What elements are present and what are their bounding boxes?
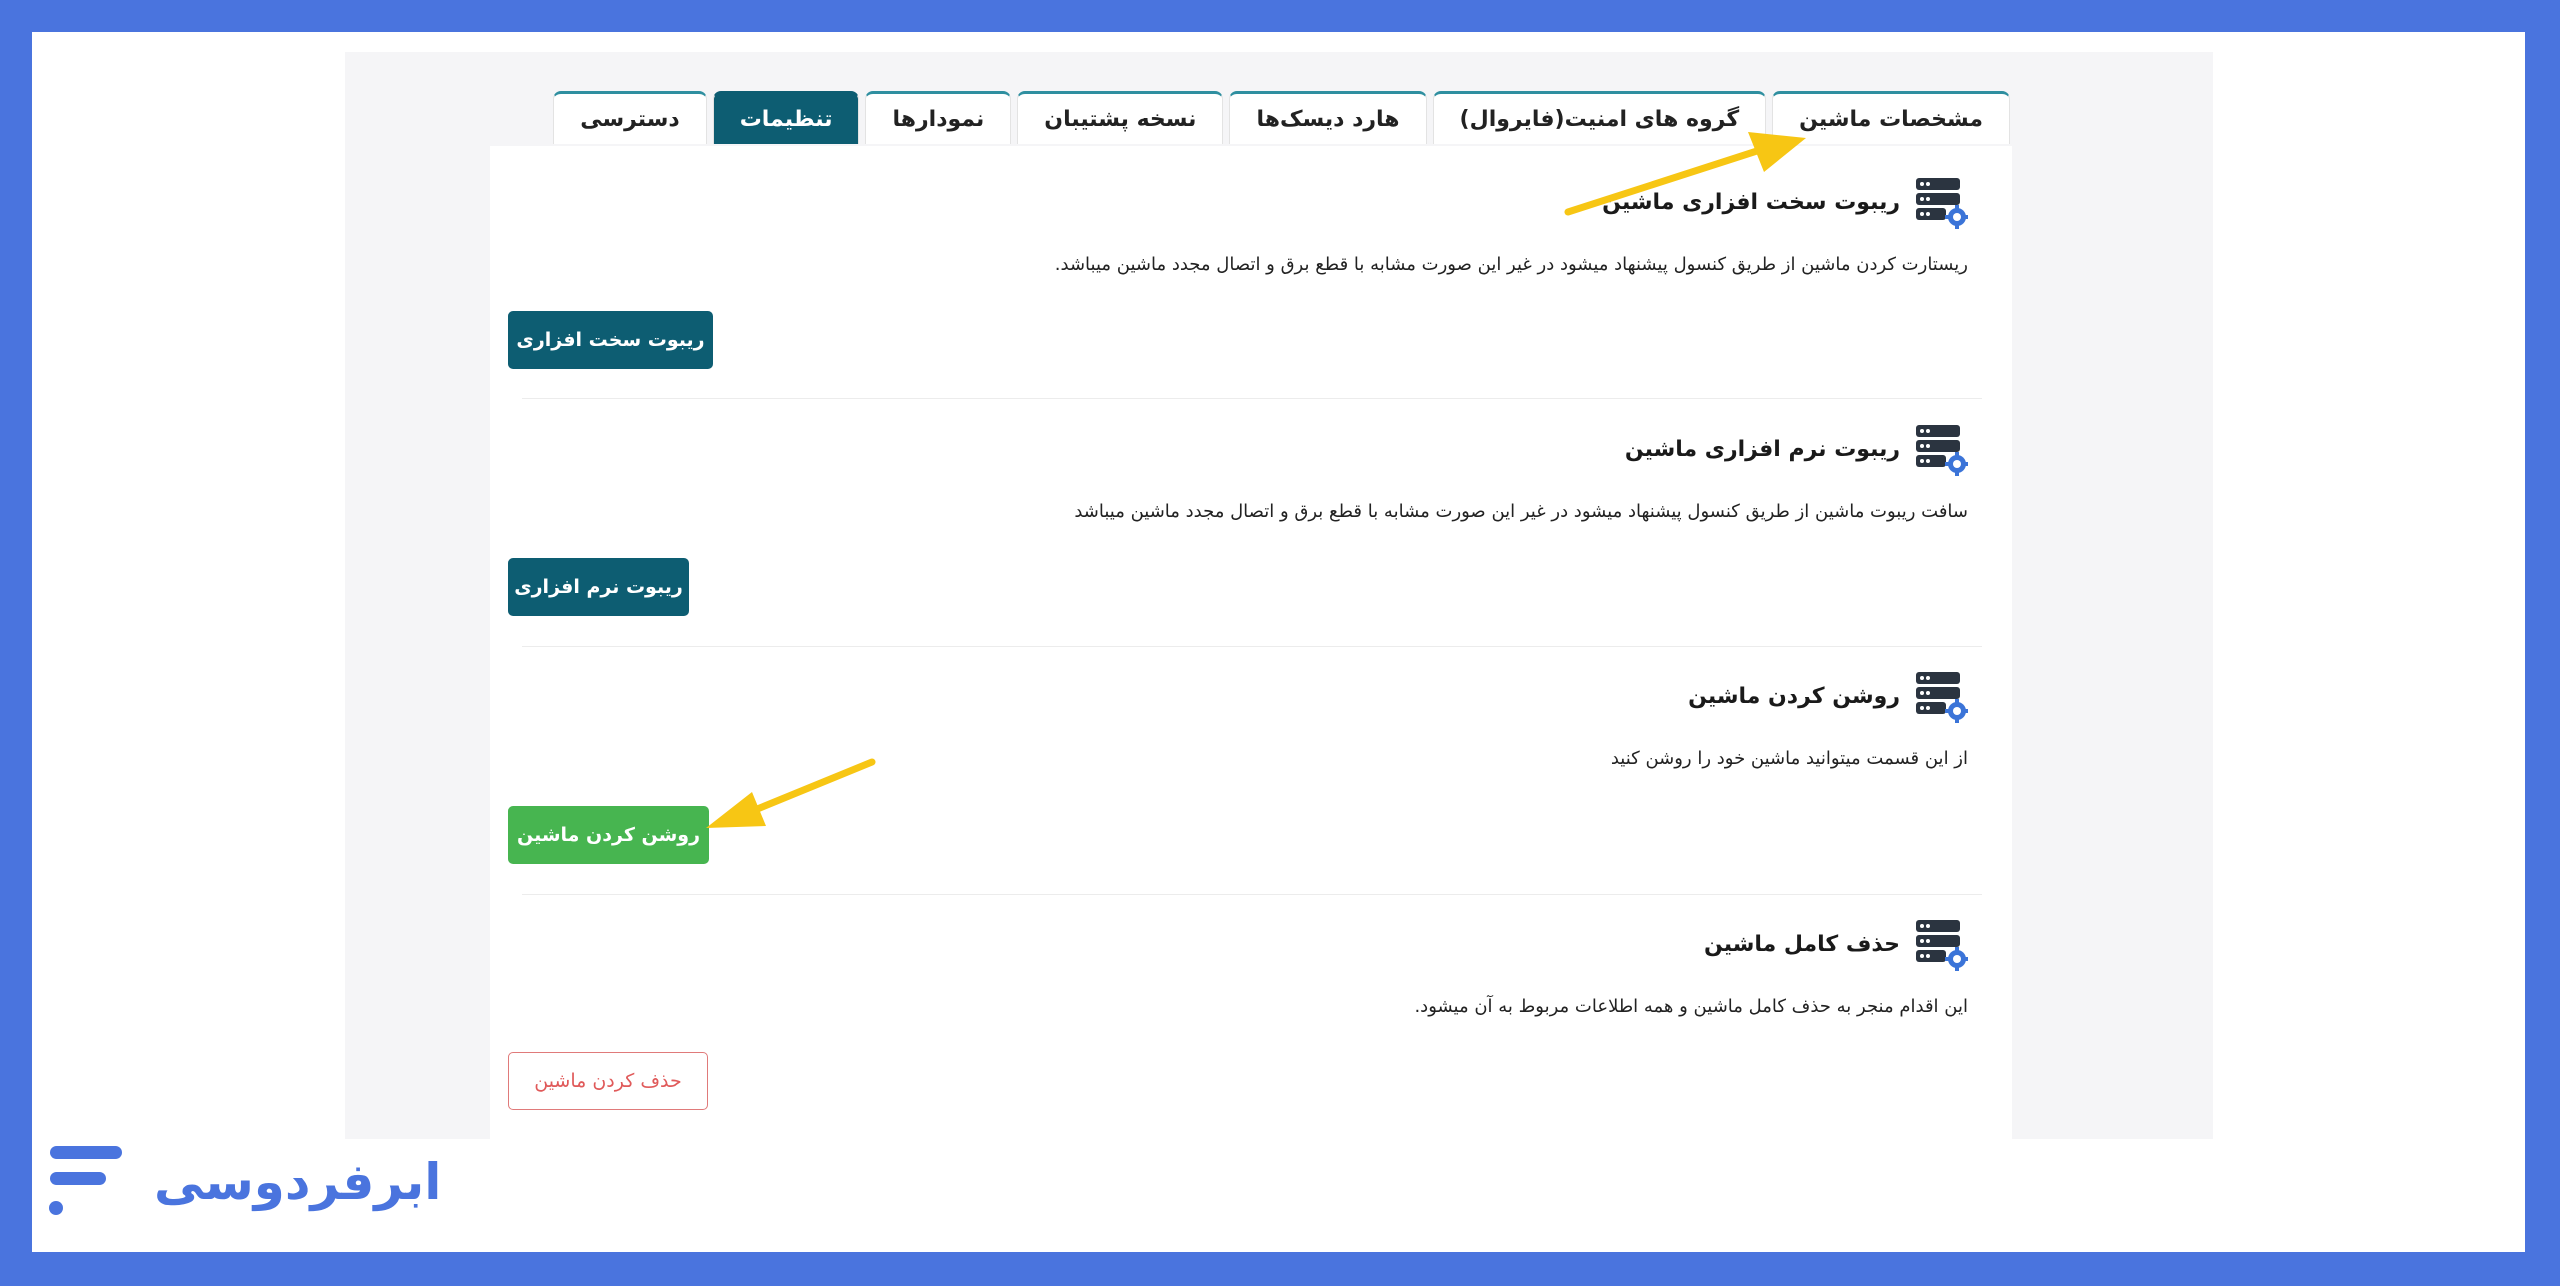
brand-mark-icon	[49, 1146, 122, 1215]
server-settings-icon	[1916, 178, 1968, 229]
section-title: حذف کامل ماشین	[1703, 931, 1900, 957]
annotation-arrow-icon	[1564, 132, 1806, 216]
section-description: سافت ریبوت ماشین از طریق کنسول پیشنهاد م…	[1074, 501, 1968, 522]
section-description: این اقدام منجر به حذف کامل ماشین و همه ا…	[1414, 996, 1968, 1017]
brand-name: ابرفردوسی	[154, 1153, 442, 1211]
tab-backup[interactable]: نسخه پشتیبان	[1017, 91, 1224, 144]
section-title: روشن کردن ماشین	[1688, 683, 1900, 709]
soft-reboot-button[interactable]: ریبوت نرم افزاری	[508, 558, 689, 616]
tab-disks[interactable]: هارد دیسک‌ها	[1229, 91, 1427, 144]
divider	[522, 398, 1982, 399]
server-settings-icon	[1916, 672, 1968, 723]
section-soft-reboot: ریبوت نرم افزاری ماشین سافت ریبوت ماشین …	[508, 423, 1968, 623]
section-delete: حذف کامل ماشین این اقدام منجر به حذف کام…	[508, 918, 1968, 1118]
power-on-button[interactable]: روشن کردن ماشین	[508, 806, 709, 864]
server-settings-icon	[1916, 425, 1968, 476]
section-description: ریستارت کردن ماشین از طریق کنسول پیشنهاد…	[1054, 254, 1968, 275]
divider	[522, 894, 1982, 895]
tab-charts[interactable]: نمودارها	[865, 91, 1012, 144]
server-settings-icon	[1916, 920, 1968, 971]
section-title: ریبوت نرم افزاری ماشین	[1624, 436, 1900, 462]
annotation-arrow-icon	[706, 758, 876, 828]
divider	[522, 646, 1982, 647]
delete-machine-button[interactable]: حذف کردن ماشین	[508, 1052, 708, 1110]
tab-settings[interactable]: تنظیمات	[712, 91, 860, 144]
hard-reboot-button[interactable]: ریبوت سخت افزاری	[508, 311, 713, 369]
brand-logo: ابرفردوسی	[48, 1142, 441, 1222]
tab-access[interactable]: دسترسی	[553, 91, 707, 144]
